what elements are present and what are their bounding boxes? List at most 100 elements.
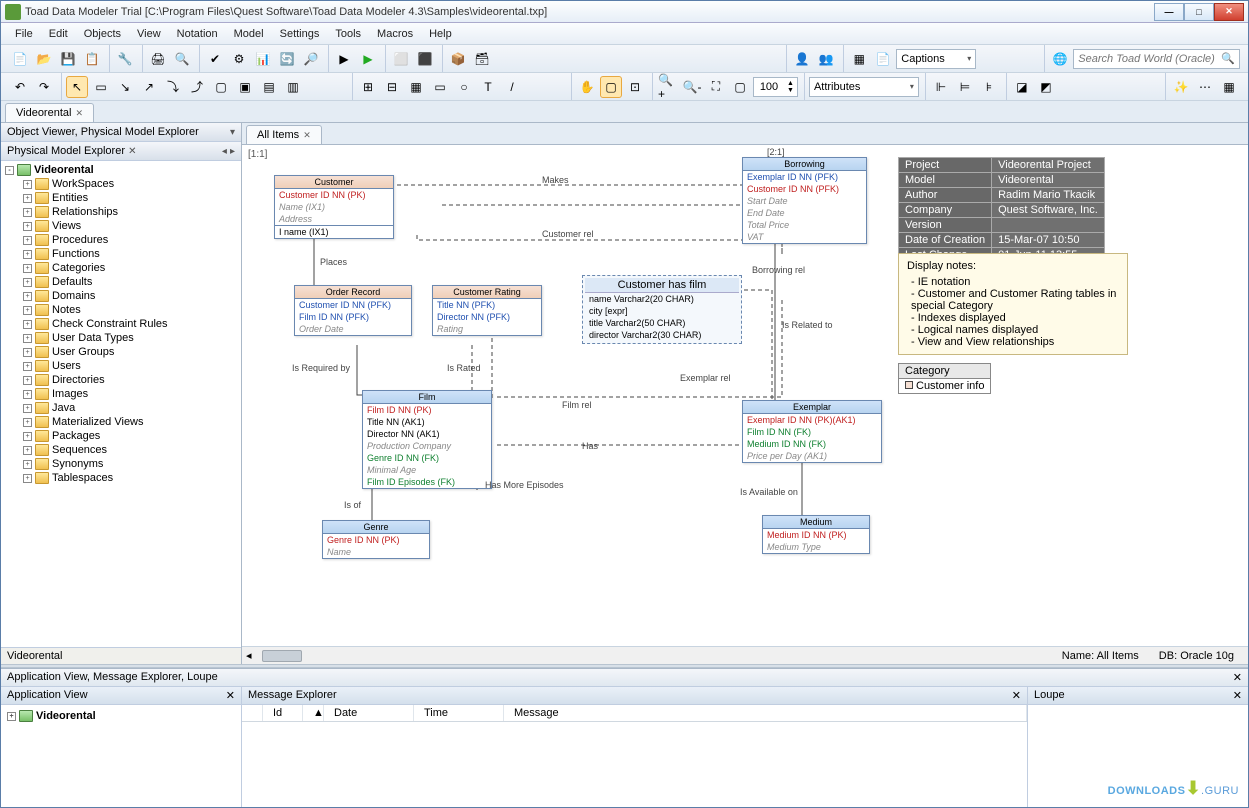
find-icon[interactable]: 🔎	[300, 48, 322, 70]
misc3-icon[interactable]: ▦	[1218, 76, 1240, 98]
compare-icon[interactable]: 🔄	[276, 48, 298, 70]
menu-macros[interactable]: Macros	[369, 26, 421, 42]
close-icon[interactable]: ✕	[226, 689, 235, 702]
clipboard-icon[interactable]: 📋	[81, 48, 103, 70]
tree-item[interactable]: +User Groups	[21, 345, 239, 359]
box-icon[interactable]: 🗃	[471, 48, 493, 70]
category-box[interactable]: Category Customer info	[898, 363, 991, 394]
verify-icon[interactable]: ✔	[204, 48, 226, 70]
zoom-out-icon[interactable]: 🔍-	[681, 76, 703, 98]
tab-all-items[interactable]: All Items✕	[246, 125, 322, 144]
package-icon[interactable]: 📦	[447, 48, 469, 70]
tree-item[interactable]: +Packages	[21, 429, 239, 443]
tree-item[interactable]: +Defaults	[21, 275, 239, 289]
menu-file[interactable]: File	[7, 26, 41, 42]
display-notes[interactable]: Display notes: - IE notation- Customer a…	[898, 253, 1128, 355]
rel2-icon[interactable]: ↗	[138, 76, 160, 98]
expand-icon[interactable]: ⬜	[390, 48, 412, 70]
properties-icon[interactable]: 🔧	[114, 48, 136, 70]
zoom-rect-icon[interactable]: ⊡	[624, 76, 646, 98]
play-icon[interactable]: ▶	[357, 48, 379, 70]
entity-order-record[interactable]: Order Record Customer ID NN (PFK) Film I…	[294, 285, 412, 336]
close-icon[interactable]: ✕	[1233, 671, 1242, 684]
zoom-spinner[interactable]: ▲▼	[753, 77, 798, 97]
tree-item[interactable]: +Notes	[21, 303, 239, 317]
report-icon[interactable]: 📊	[252, 48, 274, 70]
menu-tools[interactable]: Tools	[327, 26, 369, 42]
tree-item[interactable]: +Check Constraint Rules	[21, 317, 239, 331]
new-file-icon[interactable]: 📄	[9, 48, 31, 70]
misc1-icon[interactable]: ✨	[1170, 76, 1192, 98]
tree-item[interactable]: +Functions	[21, 247, 239, 261]
canvas-hscroll[interactable]: ◂ Name: All Items DB: Oracle 10g	[242, 646, 1248, 664]
menu-objects[interactable]: Objects	[76, 26, 129, 42]
close-icon[interactable]: ✕	[1233, 689, 1242, 702]
message-columns[interactable]: Id ▲ Date Time Message	[242, 705, 1027, 722]
search-icon[interactable]: 🔍	[1221, 52, 1235, 65]
undo-icon[interactable]: ↶	[9, 76, 31, 98]
menu-edit[interactable]: Edit	[41, 26, 76, 42]
tree-item[interactable]: +Directories	[21, 373, 239, 387]
menu-notation[interactable]: Notation	[169, 26, 226, 42]
entity-customer[interactable]: Customer Customer ID NN (PK) Name (IX1) …	[274, 175, 394, 239]
layout2-icon[interactable]: ⊟	[381, 76, 403, 98]
entity-exemplar[interactable]: Exemplar Exemplar ID NN (PK)(AK1) Film I…	[742, 400, 882, 463]
menu-help[interactable]: Help	[421, 26, 460, 42]
tree-item[interactable]: +Entities	[21, 191, 239, 205]
shape3-icon[interactable]: ▤	[258, 76, 280, 98]
zoom-100-icon[interactable]: ▢	[729, 76, 751, 98]
menu-view[interactable]: View	[129, 26, 169, 42]
close-icon[interactable]: ✕	[1012, 689, 1021, 702]
close-icon[interactable]: ✕	[75, 108, 83, 119]
users-icon[interactable]: 👥	[815, 48, 837, 70]
display-level-dropdown[interactable]: Attributes	[809, 77, 919, 97]
shape1-icon[interactable]: ▢	[210, 76, 232, 98]
globe-icon[interactable]: 🌐	[1049, 48, 1071, 70]
open-folder-icon[interactable]: 📂	[33, 48, 55, 70]
tree-item[interactable]: +Users	[21, 359, 239, 373]
collapse-icon[interactable]: ⬛	[414, 48, 436, 70]
print-icon[interactable]: 🖨	[147, 48, 169, 70]
rel4-icon[interactable]: ⤴	[186, 76, 208, 98]
tree-item[interactable]: +Java	[21, 401, 239, 415]
tree-root[interactable]: -Videorental	[3, 163, 239, 177]
entity-genre[interactable]: Genre Genre ID NN (PK) Name	[322, 520, 430, 559]
menu-settings[interactable]: Settings	[272, 26, 328, 42]
prev-icon[interactable]: ◂	[222, 146, 227, 157]
captions-dropdown[interactable]: Captions	[896, 49, 976, 69]
grid-icon[interactable]: ▦	[848, 48, 870, 70]
print-preview-icon[interactable]: 🔍	[171, 48, 193, 70]
run-icon[interactable]: ▶	[333, 48, 355, 70]
shape2-icon[interactable]: ▣	[234, 76, 256, 98]
line-icon[interactable]: /	[501, 76, 523, 98]
entity-medium[interactable]: Medium Medium ID NN (PK) Medium Type	[762, 515, 870, 554]
entity-film[interactable]: Film Film ID NN (PK) Title NN (AK1) Dire…	[362, 390, 492, 489]
search-box[interactable]: 🔍	[1073, 49, 1240, 69]
diagram-canvas[interactable]: [1:1]	[242, 145, 1248, 646]
tree-view[interactable]: -Videorental +WorkSpaces+Entities+Relati…	[1, 161, 241, 647]
tab-videorental[interactable]: Videorental✕	[5, 103, 94, 122]
tree-item[interactable]: +Synonyms	[21, 457, 239, 471]
tree-item[interactable]: +Views	[21, 219, 239, 233]
rect-icon[interactable]: ▭	[429, 76, 451, 98]
document-icon[interactable]: 📄	[872, 48, 894, 70]
text-icon[interactable]: T	[477, 76, 499, 98]
entity-customer-rating[interactable]: Customer Rating Title NN (PFK) Director …	[432, 285, 542, 336]
close-icon[interactable]: ✕	[128, 146, 136, 157]
table-icon[interactable]: ▦	[405, 76, 427, 98]
search-input[interactable]	[1078, 53, 1221, 65]
maximize-button[interactable]: □	[1184, 3, 1214, 21]
save-icon[interactable]: 💾	[57, 48, 79, 70]
close-icon[interactable]: ✕	[303, 130, 311, 141]
sql-icon[interactable]: ⚙	[228, 48, 250, 70]
pan-icon[interactable]: ✋	[576, 76, 598, 98]
user-icon[interactable]: 👤	[791, 48, 813, 70]
scroll-left-icon[interactable]: ◂	[246, 649, 252, 662]
misc2-icon[interactable]: ⋯	[1194, 76, 1216, 98]
entity-borrowing[interactable]: Borrowing Exemplar ID NN (PFK) Customer …	[742, 157, 867, 244]
circle-icon[interactable]: ○	[453, 76, 475, 98]
tree-item[interactable]: +Sequences	[21, 443, 239, 457]
rel1-icon[interactable]: ↘	[114, 76, 136, 98]
layer1-icon[interactable]: ◪	[1011, 76, 1033, 98]
rel3-icon[interactable]: ⤵	[162, 76, 184, 98]
